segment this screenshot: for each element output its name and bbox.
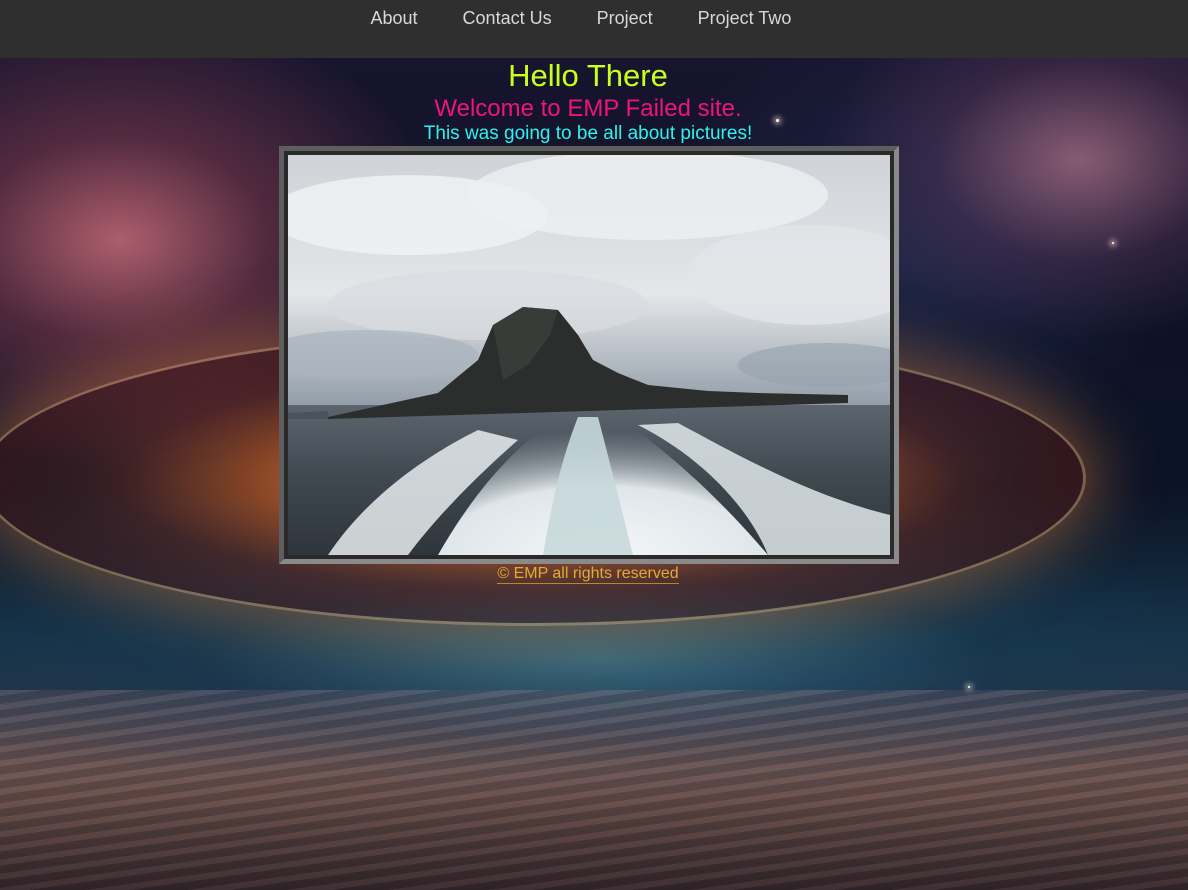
bright-star (968, 686, 970, 688)
welcome-heading: Welcome to EMP Failed site. (434, 95, 742, 122)
nav-item-project-two: Project Two (675, 0, 814, 36)
nav-link-project-two[interactable]: Project Two (675, 0, 814, 36)
page-title: Hello There (508, 58, 668, 93)
bright-star (1112, 242, 1114, 244)
nav-link-about[interactable]: About (348, 0, 440, 36)
nav-item-about: About (348, 0, 440, 36)
top-nav: About Contact Us Project Project Two (0, 0, 1188, 58)
nav-item-project: Project (574, 0, 675, 36)
subtitle-text: This was going to be all about pictures! (423, 123, 753, 144)
planet-surface (0, 690, 1188, 890)
photo-frame (279, 146, 899, 564)
island-boat-wake-photo (288, 155, 890, 555)
nav-link-contact-us[interactable]: Contact Us (440, 0, 574, 36)
nav-menu: About Contact Us Project Project Two (348, 0, 814, 36)
footer: © EMP all rights reserved (0, 564, 1176, 584)
nav-item-contact: Contact Us (440, 0, 574, 36)
nav-link-project[interactable]: Project (574, 0, 675, 36)
copyright-text: © EMP all rights reserved (497, 565, 679, 584)
